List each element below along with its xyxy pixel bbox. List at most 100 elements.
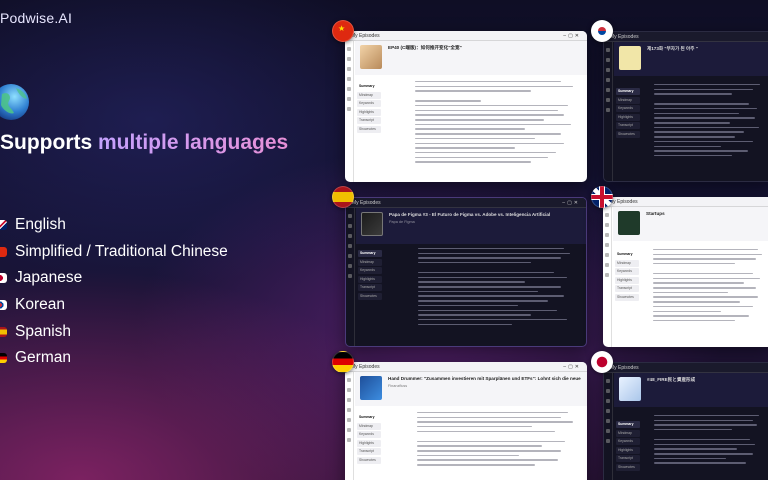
- tab-transcript[interactable]: Transcript: [615, 285, 639, 292]
- tab-transcript[interactable]: Transcript: [616, 455, 640, 462]
- screenshot-korean: My Episodes 제173화 "부자가 된 아주 " Summary Mi…: [603, 31, 768, 182]
- nav-rail: [603, 207, 612, 347]
- episode-header: EP40 (C端版)：如何推开变化"全宽": [355, 41, 587, 75]
- language-item-japanese: Japanese: [0, 265, 228, 292]
- episode-title: Startups: [646, 211, 665, 216]
- episode-title: 제173화 "부자가 된 아주 ": [647, 46, 698, 51]
- screenshot-english: My Episodes Startups Summary Mindmap Key…: [603, 197, 768, 347]
- summary-text: [653, 249, 767, 343]
- tab-highlights[interactable]: Highlights: [358, 275, 382, 283]
- summary-text: [654, 84, 766, 177]
- tab-keywords[interactable]: Keywords: [616, 105, 640, 112]
- tab-highlights[interactable]: Highlights: [615, 276, 639, 284]
- language-label: German: [15, 349, 71, 367]
- window-controls-icon[interactable]: –▢✕: [563, 364, 581, 370]
- tab-keywords[interactable]: Keywords: [615, 268, 639, 275]
- tab-mindmap[interactable]: Mindmap: [357, 91, 381, 99]
- tab-transcript[interactable]: Transcript: [357, 117, 381, 124]
- tab-shownotes[interactable]: Shownotes: [358, 292, 382, 300]
- tab-mindmap[interactable]: Mindmap: [357, 422, 381, 430]
- tab-shownotes[interactable]: Shownotes: [357, 125, 381, 133]
- uk-flag-icon: [591, 186, 613, 208]
- nav-rail: [346, 208, 355, 346]
- language-item-spanish: Spanish: [0, 318, 228, 345]
- brand-logo[interactable]: Podwise.AI: [0, 10, 72, 26]
- section-tabs: Summary Mindmap Keywords Highlights Tran…: [615, 251, 639, 302]
- window-title: My Episodes: [610, 364, 639, 371]
- de-flag-icon: [0, 353, 7, 364]
- window-titlebar: My Episodes –▢✕: [346, 198, 586, 208]
- tab-transcript[interactable]: Transcript: [616, 122, 640, 129]
- tab-keywords[interactable]: Keywords: [357, 100, 381, 107]
- tab-keywords[interactable]: Keywords: [616, 438, 640, 445]
- episode-podcast: Papa de Figma: [389, 220, 415, 224]
- tab-shownotes[interactable]: Shownotes: [616, 463, 640, 471]
- tab-summary[interactable]: Summary: [616, 421, 640, 428]
- language-label: Simplified / Traditional Chinese: [15, 242, 228, 260]
- jp-flag-icon: [591, 351, 613, 373]
- tab-highlights[interactable]: Highlights: [616, 113, 640, 121]
- nav-rail: [604, 373, 613, 480]
- section-tabs: Summary Mindmap Keywords Highlights Tran…: [357, 83, 381, 134]
- tab-summary[interactable]: Summary: [357, 83, 381, 90]
- window-controls-icon[interactable]: –▢✕: [562, 200, 580, 206]
- tab-summary[interactable]: Summary: [357, 414, 381, 421]
- uk-flag-icon: [0, 220, 7, 231]
- tab-transcript[interactable]: Transcript: [357, 448, 381, 455]
- window-titlebar: My Episodes –▢✕: [345, 31, 587, 41]
- nav-rail: [345, 41, 354, 182]
- window-titlebar: My Episodes –▢✕: [345, 362, 587, 372]
- episode-header: #48_FIRE民と資産形成: [614, 373, 768, 407]
- tab-summary[interactable]: Summary: [615, 251, 639, 258]
- episode-cover: [360, 376, 382, 400]
- kr-flag-icon: [591, 20, 613, 42]
- language-item-chinese: Simplified / Traditional Chinese: [0, 239, 228, 266]
- episode-title: EP40 (C端版)：如何推开变化"全宽": [388, 45, 462, 50]
- tab-keywords[interactable]: Keywords: [357, 431, 381, 438]
- episode-header: Startups: [613, 207, 768, 241]
- language-item-english: English: [0, 212, 228, 239]
- tab-highlights[interactable]: Highlights: [357, 439, 381, 447]
- tab-summary[interactable]: Summary: [616, 88, 640, 95]
- episode-title: Papa de Figma #3 - El Futuro de Figma vs…: [389, 212, 551, 217]
- es-flag-icon: [0, 326, 7, 337]
- globe-icon: [0, 84, 29, 120]
- window-title: My Episodes: [351, 32, 380, 39]
- episode-cover: [360, 45, 382, 69]
- headline: Supports multiple languages: [0, 131, 288, 155]
- window-controls-icon[interactable]: –▢✕: [563, 33, 581, 39]
- tab-mindmap[interactable]: Mindmap: [615, 259, 639, 267]
- window-titlebar: My Episodes: [603, 197, 768, 207]
- tab-mindmap[interactable]: Mindmap: [616, 96, 640, 104]
- tab-keywords[interactable]: Keywords: [358, 267, 382, 274]
- language-label: English: [15, 216, 66, 234]
- cn-flag-icon: [0, 246, 7, 257]
- tab-shownotes[interactable]: Shownotes: [615, 293, 639, 301]
- window-title: My Episodes: [351, 363, 380, 370]
- screenshot-chinese: My Episodes –▢✕ EP40 (C端版)：如何推开变化"全宽" Su…: [345, 31, 587, 182]
- language-item-korean: Korean: [0, 292, 228, 319]
- section-tabs: Summary Mindmap Keywords Highlights Tran…: [357, 414, 381, 465]
- screenshot-spanish: My Episodes –▢✕ Papa de Figma #3 - El Fu…: [345, 197, 587, 347]
- tab-transcript[interactable]: Transcript: [358, 284, 382, 291]
- episode-header: Papa de Figma #3 - El Futuro de Figma vs…: [356, 208, 586, 244]
- tab-summary[interactable]: Summary: [358, 250, 382, 257]
- window-title: My Episodes: [352, 199, 381, 206]
- tab-mindmap[interactable]: Mindmap: [616, 429, 640, 437]
- nav-rail: [345, 372, 354, 480]
- language-item-german: German: [0, 345, 228, 372]
- jp-flag-icon: [0, 273, 7, 284]
- language-label: Korean: [15, 296, 65, 314]
- episode-podcast: Finanzfluss: [388, 384, 408, 388]
- tab-shownotes[interactable]: Shownotes: [357, 456, 381, 464]
- episode-cover: [361, 212, 383, 236]
- tab-highlights[interactable]: Highlights: [616, 446, 640, 454]
- tab-mindmap[interactable]: Mindmap: [358, 258, 382, 266]
- headline-accent: multiple languages: [98, 131, 289, 154]
- language-label: Japanese: [15, 269, 83, 287]
- screenshot-german: My Episodes –▢✕ Hand Drummer: "Zusammen …: [345, 362, 587, 480]
- tab-highlights[interactable]: Highlights: [357, 108, 381, 116]
- tab-shownotes[interactable]: Shownotes: [616, 130, 640, 138]
- episode-header: 제173화 "부자가 된 아주 ": [614, 42, 768, 76]
- episode-title: Hand Drummer: "Zusammen investieren mit …: [388, 376, 582, 381]
